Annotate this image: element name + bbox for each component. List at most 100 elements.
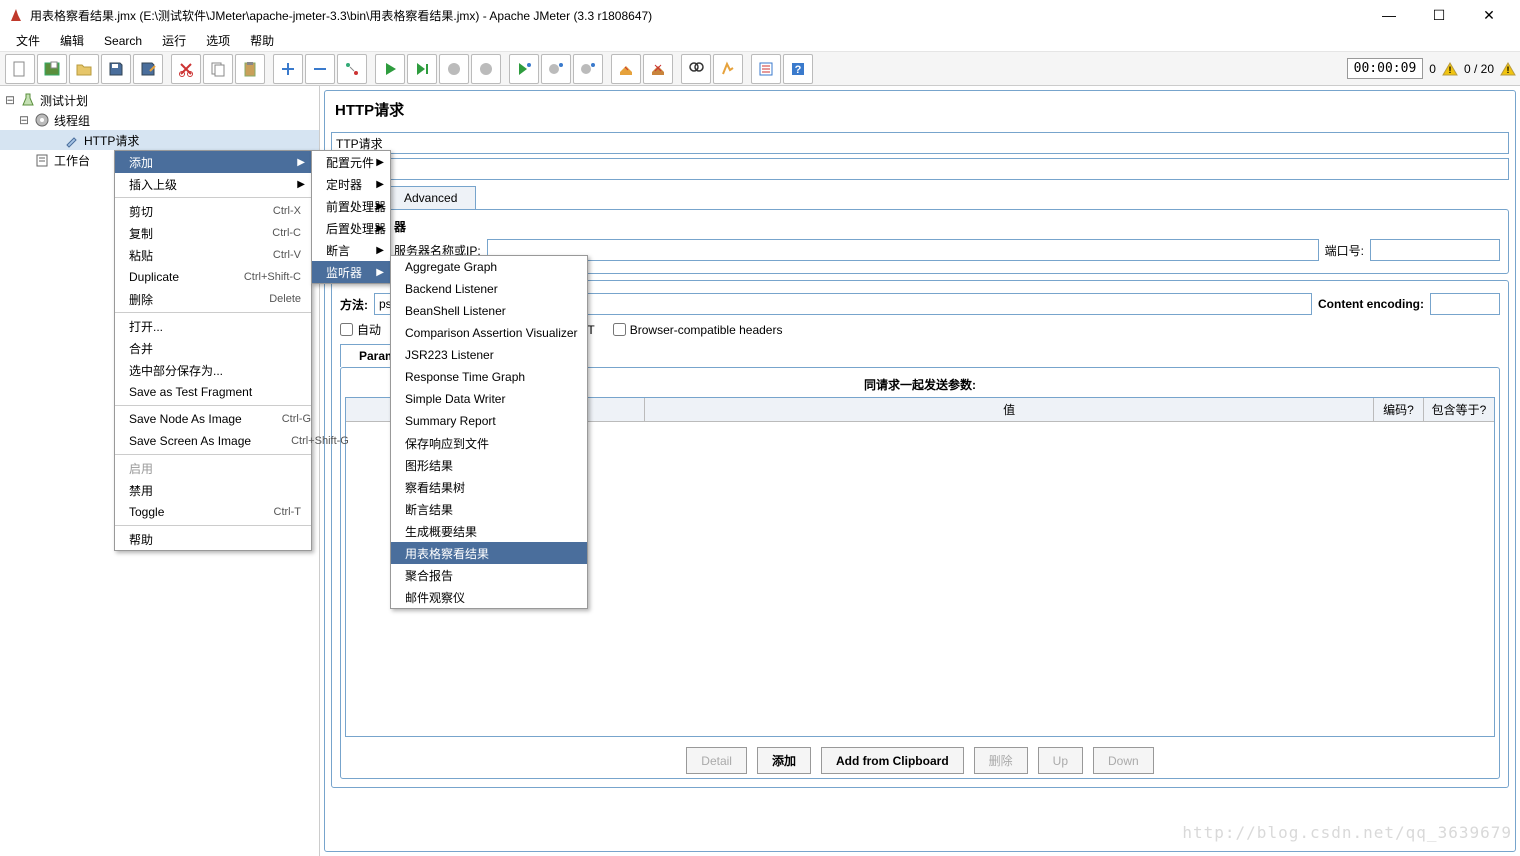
templates-icon[interactable] (37, 54, 67, 84)
ctx-item[interactable]: 配置元件▶ (312, 151, 390, 173)
search-icon[interactable] (681, 54, 711, 84)
ctx-item[interactable]: Aggregate Graph (391, 256, 587, 278)
ctx-item[interactable]: Simple Data Writer (391, 388, 587, 410)
down-button[interactable]: Down (1093, 747, 1154, 774)
ctx-item[interactable]: Summary Report (391, 410, 587, 432)
detail-button[interactable]: Detail (686, 747, 747, 774)
remote-shutdown-icon[interactable] (573, 54, 603, 84)
ctx-item[interactable]: 删除Delete (115, 288, 311, 310)
ctx-item[interactable]: Response Time Graph (391, 366, 587, 388)
name-input[interactable] (331, 132, 1509, 154)
maximize-button[interactable]: ☐ (1416, 1, 1462, 29)
ctx-item[interactable]: 插入上级▶ (115, 173, 311, 195)
chk-auto-redirect[interactable]: 自动 (340, 321, 381, 338)
menu-options[interactable]: 选项 (198, 30, 238, 51)
thread-count: 0 / 20 (1464, 62, 1494, 76)
ctx-item[interactable]: 打开... (115, 315, 311, 337)
up-button[interactable]: Up (1038, 747, 1083, 774)
svg-text:!: ! (1448, 65, 1451, 75)
ctx-item[interactable]: Save Screen As ImageCtrl+Shift-G (115, 430, 311, 452)
tree-http-request[interactable]: HTTP请求 (0, 130, 319, 150)
ctx-item[interactable]: ToggleCtrl-T (115, 501, 311, 523)
shutdown-icon[interactable] (471, 54, 501, 84)
ctx-item[interactable]: Save as Test Fragment (115, 381, 311, 403)
ctx-item[interactable]: 启用 (115, 457, 311, 479)
tree-thread-group[interactable]: ⊟ 线程组 (0, 110, 319, 130)
ctx-item[interactable]: 复制Ctrl-C (115, 222, 311, 244)
ctx-item[interactable]: 监听器▶ (312, 261, 390, 283)
gear-icon (34, 112, 50, 128)
close-button[interactable]: ✕ (1466, 1, 1512, 29)
ctx-item[interactable]: Save Node As ImageCtrl-G (115, 408, 311, 430)
ctx-item[interactable]: 禁用 (115, 479, 311, 501)
ctx-item[interactable]: 定时器▶ (312, 173, 390, 195)
delete-button[interactable]: 删除 (974, 747, 1028, 774)
ctx-item[interactable]: JSR223 Listener (391, 344, 587, 366)
chk-browser-compat[interactable]: Browser-compatible headers (613, 323, 783, 337)
ctx-item[interactable]: 选中部分保存为... (115, 359, 311, 381)
function-helper-icon[interactable] (751, 54, 781, 84)
menu-edit[interactable]: 编辑 (52, 30, 92, 51)
panel-title: HTTP请求 (331, 97, 1509, 128)
help-icon[interactable]: ? (783, 54, 813, 84)
ctx-item[interactable]: 邮件观察仪 (391, 586, 587, 608)
search-reset-icon[interactable] (713, 54, 743, 84)
save-as-icon[interactable] (133, 54, 163, 84)
start-icon[interactable] (375, 54, 405, 84)
ctx-item[interactable]: 粘贴Ctrl-V (115, 244, 311, 266)
open-icon[interactable] (69, 54, 99, 84)
clipboard-button[interactable]: Add from Clipboard (821, 747, 964, 774)
menu-file[interactable]: 文件 (8, 30, 48, 51)
ctx-item[interactable]: Comparison Assertion Visualizer (391, 322, 587, 344)
clear-icon[interactable] (611, 54, 641, 84)
ctx-item[interactable]: 生成概要结果 (391, 520, 587, 542)
warning-icon: ! (1442, 61, 1458, 77)
comment-input[interactable] (331, 158, 1509, 180)
collapse-icon[interactable]: ⊟ (18, 113, 30, 127)
add-button[interactable]: 添加 (757, 747, 811, 774)
ctx-item[interactable]: 帮助 (115, 528, 311, 550)
ctx-item[interactable]: 断言▶ (312, 239, 390, 261)
ctx-item[interactable]: 添加▶ (115, 151, 311, 173)
expand-icon[interactable] (273, 54, 303, 84)
ctx-item[interactable]: 用表格察看结果 (391, 542, 587, 564)
menu-search[interactable]: Search (96, 32, 150, 50)
content-enc-input[interactable] (1430, 293, 1500, 315)
context-menu-main: 添加▶插入上级▶ 剪切Ctrl-X复制Ctrl-C粘贴Ctrl-VDuplicat… (114, 150, 312, 551)
toolbar: ? 00:00:09 0 ! 0 / 20 ! (0, 52, 1520, 86)
server-input[interactable] (487, 239, 1319, 261)
new-file-icon[interactable] (5, 54, 35, 84)
toggle-icon[interactable] (337, 54, 367, 84)
paste-icon[interactable] (235, 54, 265, 84)
port-input[interactable] (1370, 239, 1500, 261)
ctx-item[interactable]: BeanShell Listener (391, 300, 587, 322)
menu-run[interactable]: 运行 (154, 30, 194, 51)
ctx-item[interactable]: 剪切Ctrl-X (115, 200, 311, 222)
pipette-icon (64, 132, 80, 148)
ctx-item[interactable]: 前置处理器▶ (312, 195, 390, 217)
ctx-item[interactable]: 图形结果 (391, 454, 587, 476)
menu-help[interactable]: 帮助 (242, 30, 282, 51)
collapse-icon[interactable]: ⊟ (4, 93, 16, 107)
remote-start-icon[interactable] (509, 54, 539, 84)
ctx-item[interactable]: Backend Listener (391, 278, 587, 300)
ctx-item[interactable]: 察看结果树 (391, 476, 587, 498)
clear-all-icon[interactable] (643, 54, 673, 84)
error-count: 0 (1429, 62, 1436, 76)
ctx-item[interactable]: 聚合报告 (391, 564, 587, 586)
remote-stop-icon[interactable] (541, 54, 571, 84)
ctx-item[interactable]: 合并 (115, 337, 311, 359)
ctx-item[interactable]: DuplicateCtrl+Shift-C (115, 266, 311, 288)
save-icon[interactable] (101, 54, 131, 84)
start-no-pause-icon[interactable] (407, 54, 437, 84)
copy-icon[interactable] (203, 54, 233, 84)
ctx-item[interactable]: 断言结果 (391, 498, 587, 520)
stop-icon[interactable] (439, 54, 469, 84)
ctx-item[interactable]: 后置处理器▶ (312, 217, 390, 239)
collapse-icon[interactable] (305, 54, 335, 84)
ctx-item[interactable]: 保存响应到文件 (391, 432, 587, 454)
minimize-button[interactable]: — (1366, 1, 1412, 29)
cut-icon[interactable] (171, 54, 201, 84)
tab-advanced[interactable]: Advanced (385, 186, 476, 209)
tree-test-plan[interactable]: ⊟ 测试计划 (0, 90, 319, 110)
